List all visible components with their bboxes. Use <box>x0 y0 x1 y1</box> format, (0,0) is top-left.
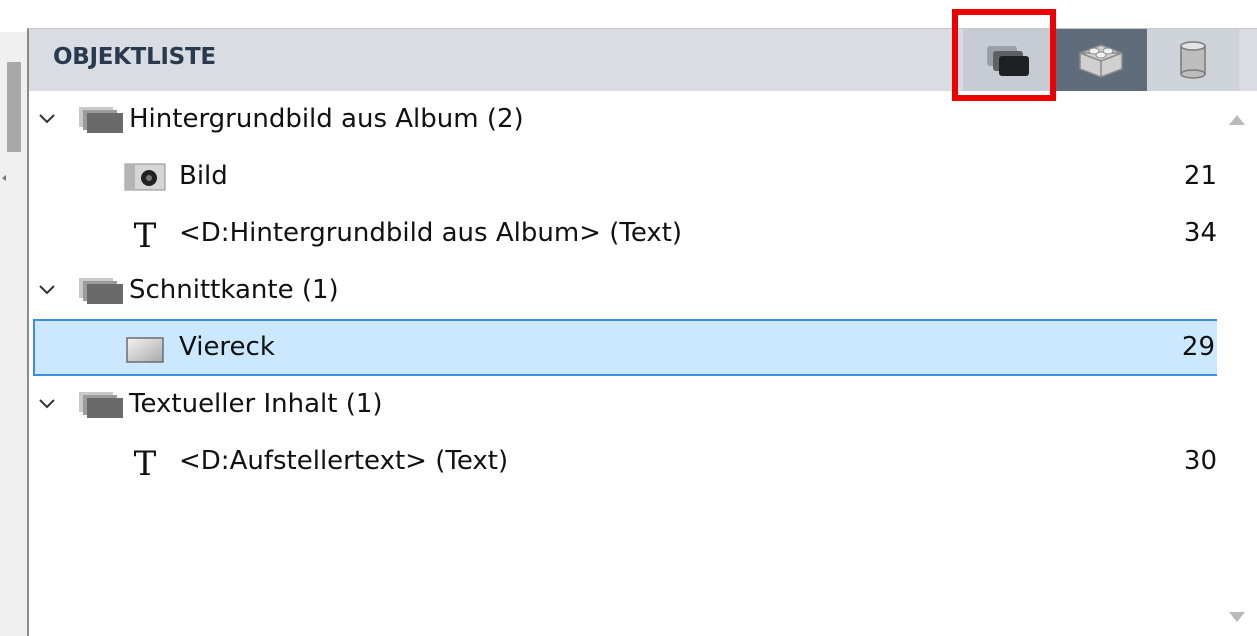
rectangle-icon <box>126 337 164 363</box>
item-number: 34 <box>1183 218 1217 248</box>
text-icon: T <box>134 447 157 477</box>
group-icon <box>79 392 123 418</box>
group-icon <box>79 278 123 304</box>
svg-text:T: T <box>134 219 157 249</box>
tree-group-schnittkante[interactable]: Schnittkante (1) <box>29 262 1217 319</box>
group-label: Hintergrundbild aus Album (2) <box>129 104 524 134</box>
collapse-arrow-icon[interactable] <box>2 175 6 181</box>
camera-icon <box>124 163 166 191</box>
scroll-down-arrow-icon[interactable] <box>1229 612 1245 622</box>
brick-view-button[interactable] <box>1055 29 1147 91</box>
layers-view-button[interactable] <box>963 29 1055 91</box>
tree-group-hintergrundbild[interactable]: Hintergrundbild aus Album (2) <box>29 91 1217 148</box>
chevron-down-icon[interactable] <box>37 282 57 298</box>
panel-header: OBJEKTLISTE <box>29 29 1257 91</box>
panel-title: OBJEKTLISTE <box>53 44 216 70</box>
item-number: 21 <box>1183 161 1217 191</box>
tree-item-viereck[interactable]: Viereck 29 <box>33 319 1219 376</box>
lego-brick-icon <box>1079 44 1123 78</box>
cylinder-icon <box>1180 41 1206 79</box>
group-icon <box>79 107 123 133</box>
item-number: 30 <box>1183 446 1217 476</box>
tree-group-textueller-inhalt[interactable]: Textueller Inhalt (1) <box>29 376 1217 433</box>
item-label: Bild <box>179 161 228 191</box>
object-tree: Hintergrundbild aus Album (2) Bild 21 T … <box>29 91 1219 636</box>
splitter-handle[interactable] <box>7 62 21 152</box>
tree-item-bild[interactable]: Bild 21 <box>29 148 1217 205</box>
database-view-button[interactable] <box>1147 29 1239 91</box>
tree-item-aufstellertext[interactable]: T <D:Aufstellertext> (Text) 30 <box>29 433 1217 490</box>
item-label: <D:Hintergrundbild aus Album> (Text) <box>179 218 683 248</box>
item-label: <D:Aufstellertext> (Text) <box>179 446 509 476</box>
chevron-down-icon[interactable] <box>37 111 57 127</box>
item-number: 29 <box>1181 332 1215 362</box>
object-list-panel: OBJEKTLISTE Hintergrundbild aus Album (2… <box>27 28 1257 636</box>
layers-icon <box>987 46 1029 76</box>
chevron-down-icon[interactable] <box>37 396 57 412</box>
text-icon: T <box>134 219 157 249</box>
group-label: Schnittkante (1) <box>129 275 339 305</box>
splitter-strip[interactable] <box>0 32 27 636</box>
tree-item-text-hintergrundbild[interactable]: T <D:Hintergrundbild aus Album> (Text) 3… <box>29 205 1217 262</box>
svg-text:T: T <box>134 447 157 477</box>
group-label: Textueller Inhalt (1) <box>129 389 383 419</box>
item-label: Viereck <box>179 332 275 362</box>
scroll-up-arrow-icon[interactable] <box>1229 115 1245 125</box>
vertical-scrollbar[interactable] <box>1217 91 1257 636</box>
